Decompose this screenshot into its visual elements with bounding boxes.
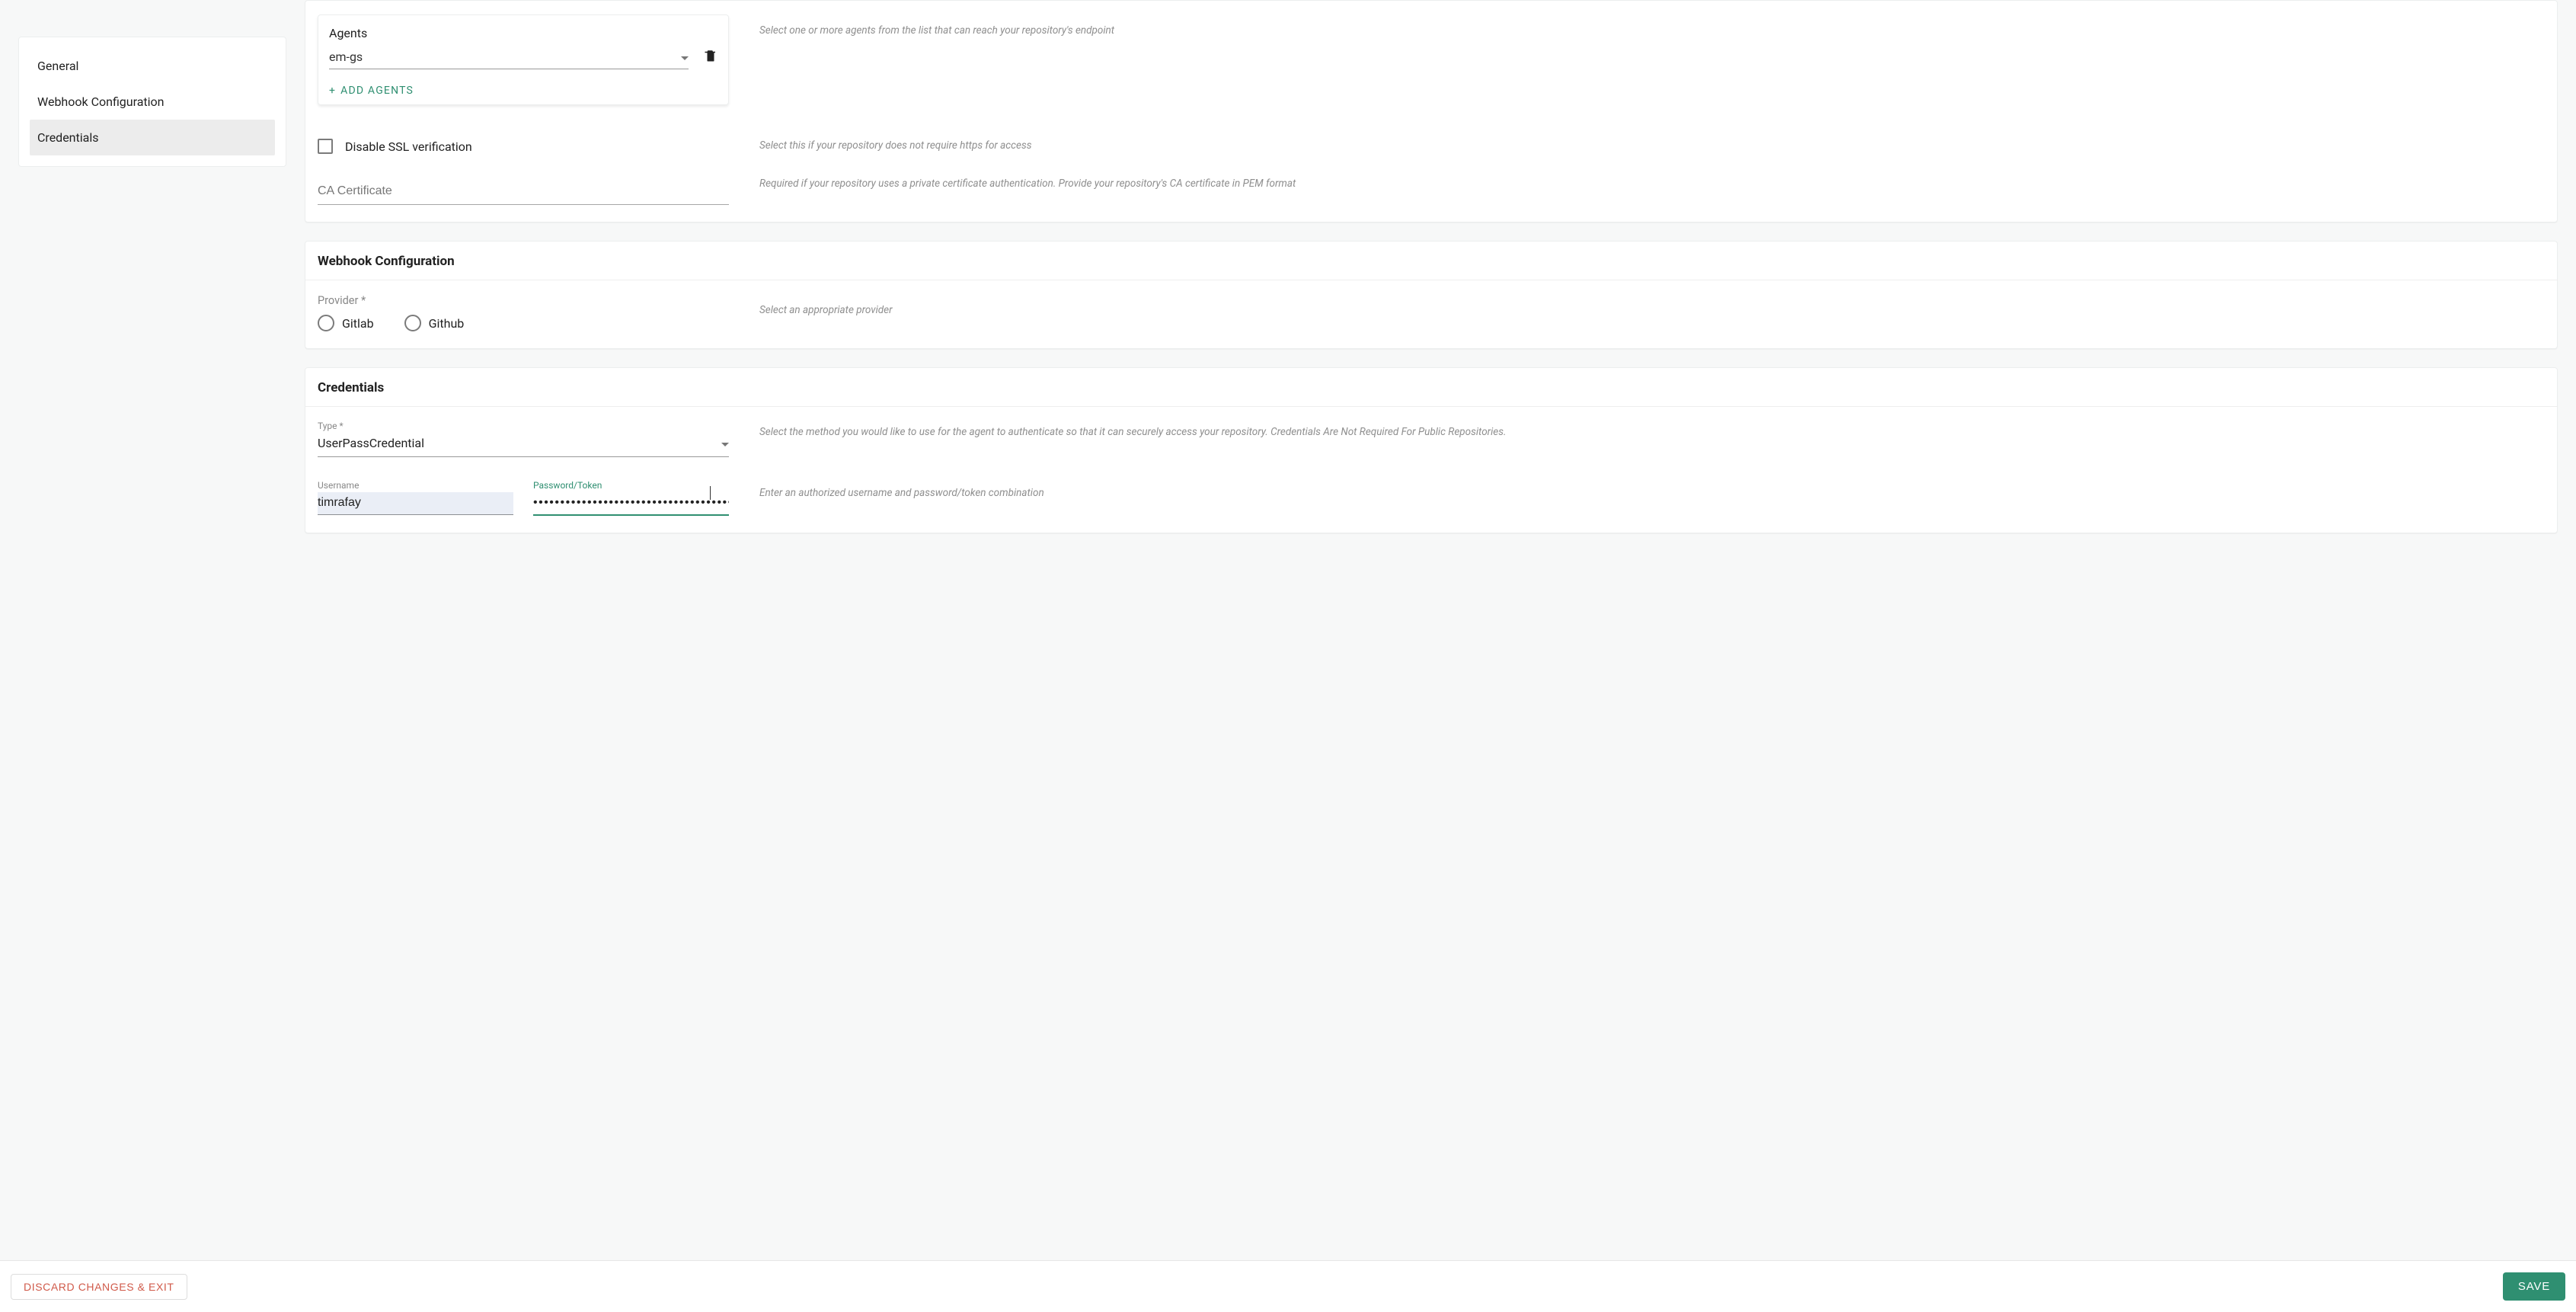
- save-button[interactable]: SAVE: [2503, 1272, 2565, 1301]
- provider-label: Provider *: [318, 294, 729, 307]
- connection-card: Agents em-gs: [305, 0, 2558, 222]
- sidebar-item-webhook[interactable]: Webhook Configuration: [30, 84, 275, 120]
- ca-certificate-input[interactable]: [318, 177, 729, 205]
- radio-icon: [318, 315, 334, 331]
- settings-sidebar: General Webhook Configuration Credential…: [18, 37, 286, 167]
- agents-select[interactable]: em-gs: [329, 45, 689, 69]
- credentials-card: Credentials Type * UserPassCredential S: [305, 367, 2558, 533]
- add-agents-label: ADD AGENTS: [340, 85, 414, 97]
- cred-type-hint: Select the method you would like to use …: [759, 425, 2545, 440]
- agents-hint: Select one or more agents from the list …: [759, 24, 2545, 39]
- provider-option-gitlab[interactable]: Gitlab: [318, 315, 374, 331]
- provider-github-label: Github: [429, 316, 465, 331]
- ca-certificate-hint: Required if your repository uses a priva…: [759, 177, 2545, 192]
- discard-button[interactable]: DISCARD CHANGES & EXIT: [11, 1274, 187, 1300]
- disable-ssl-label: Disable SSL verification: [345, 139, 472, 154]
- trash-icon[interactable]: [704, 48, 718, 66]
- chevron-down-icon: [681, 50, 689, 64]
- password-input[interactable]: [533, 492, 729, 516]
- footer-bar: DISCARD CHANGES & EXIT SAVE: [0, 1260, 2576, 1312]
- username-label: Username: [318, 480, 513, 491]
- cred-type-label: Type *: [318, 421, 729, 431]
- agents-label: Agents: [329, 26, 718, 40]
- cred-type-select[interactable]: UserPassCredential: [318, 433, 729, 457]
- chevron-down-icon: [721, 436, 729, 450]
- text-cursor-icon: [710, 486, 711, 500]
- provider-option-github[interactable]: Github: [404, 315, 465, 331]
- radio-icon: [404, 315, 421, 331]
- provider-hint: Select an appropriate provider: [759, 303, 2545, 318]
- credentials-card-title: Credentials: [305, 368, 2557, 407]
- webhook-card-title: Webhook Configuration: [305, 242, 2557, 280]
- sidebar-item-credentials[interactable]: Credentials: [30, 120, 275, 155]
- agents-select-value: em-gs: [329, 50, 363, 64]
- webhook-card: Webhook Configuration Provider * Gitlab: [305, 241, 2558, 349]
- sidebar-item-general[interactable]: General: [30, 48, 275, 84]
- username-input[interactable]: [318, 492, 513, 515]
- provider-gitlab-label: Gitlab: [342, 316, 374, 331]
- userpass-hint: Enter an authorized username and passwor…: [759, 486, 2545, 501]
- disable-ssl-hint: Select this if your repository does not …: [759, 139, 2545, 154]
- agents-panel: Agents em-gs: [318, 14, 729, 105]
- plus-icon: +: [329, 85, 336, 97]
- cred-type-value: UserPassCredential: [318, 436, 424, 450]
- password-label: Password/Token: [533, 480, 729, 491]
- disable-ssl-checkbox[interactable]: [318, 139, 333, 154]
- add-agents-button[interactable]: + ADD AGENTS: [329, 85, 718, 97]
